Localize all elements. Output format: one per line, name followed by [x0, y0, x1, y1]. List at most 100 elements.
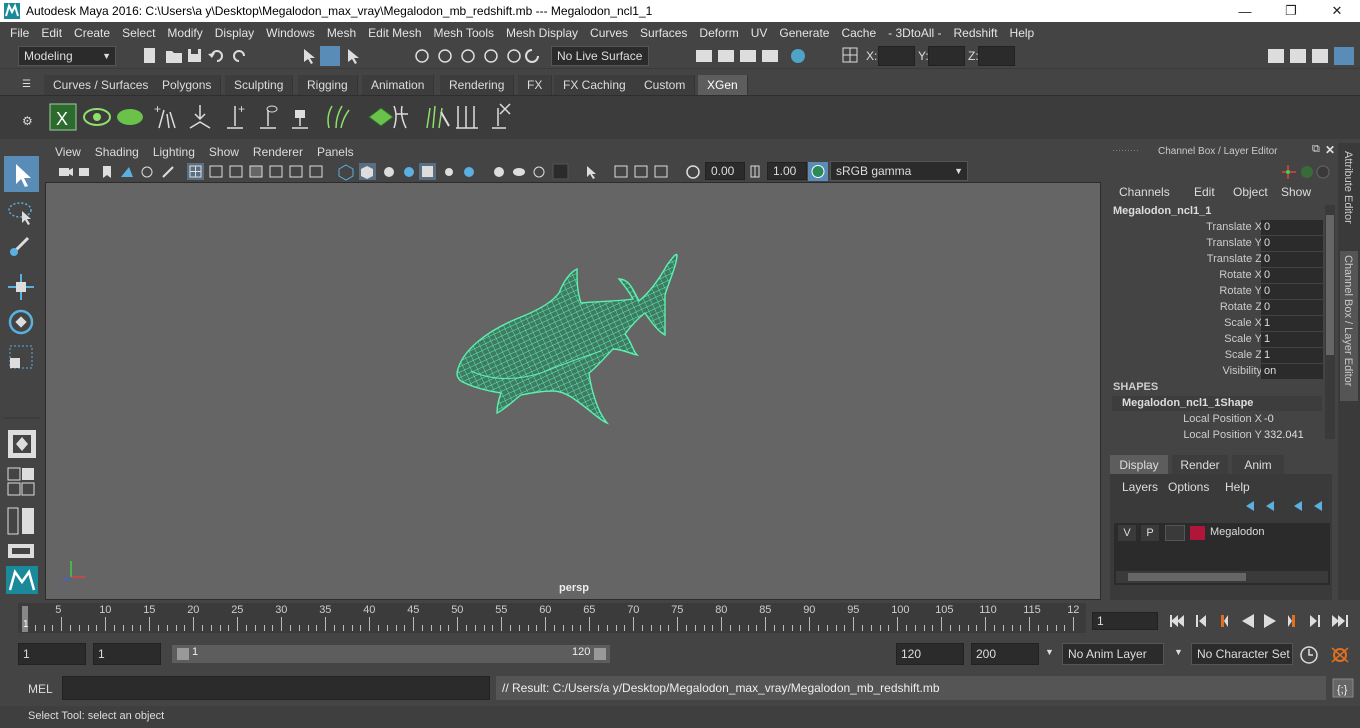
layer-editor-tab[interactable]: Display — [1110, 455, 1168, 475]
character-set-chevron-icon[interactable]: ▼ — [1174, 647, 1183, 657]
safe-action-icon[interactable] — [289, 165, 303, 178]
playback-start-field[interactable]: 1 — [93, 643, 161, 665]
menu-item[interactable]: Surfaces — [634, 26, 693, 40]
layer-visibility-toggle[interactable]: V — [1118, 525, 1136, 541]
attribute-value[interactable]: on — [1261, 364, 1323, 379]
attribute-row[interactable]: Visibility on — [1104, 364, 1324, 380]
manipulator-icon[interactable] — [1282, 165, 1296, 179]
menu-item[interactable]: Display — [209, 26, 260, 40]
attribute-label[interactable]: Scale Z — [1225, 349, 1262, 361]
channel-box-menu-item[interactable]: Edit — [1194, 185, 1215, 199]
layout-four-panes-icon[interactable] — [7, 467, 35, 496]
camera-attributes-icon[interactable] — [79, 168, 89, 176]
move-layer-down-icon[interactable] — [1266, 501, 1274, 511]
layer-menu-item[interactable]: Options — [1168, 480, 1209, 494]
textured-icon[interactable] — [404, 167, 414, 177]
attribute-row[interactable]: Translate X0 — [1104, 220, 1324, 236]
layout-side-panes-icon[interactable] — [7, 507, 34, 535]
lasso-tool-icon[interactable] — [8, 202, 32, 225]
maximize-button[interactable]: ❐ — [1268, 3, 1314, 19]
menu-item[interactable]: Modify — [161, 26, 208, 40]
channel-box-scrollbar[interactable] — [1325, 205, 1335, 439]
screen-space-ao-icon[interactable] — [464, 167, 474, 177]
command-input[interactable] — [62, 676, 490, 700]
xgen-wire-icon[interactable] — [393, 105, 408, 129]
anim-layer-chevron-icon[interactable]: ▼ — [1045, 647, 1054, 657]
render-frame-icon[interactable] — [718, 50, 734, 62]
snap-view-plane-icon[interactable] — [484, 49, 498, 63]
xgen-add-guide-icon[interactable]: + — [154, 102, 176, 129]
resolution-gate-icon[interactable] — [229, 165, 243, 178]
new-layer-selected-icon[interactable] — [1314, 501, 1322, 511]
new-layer-icon[interactable] — [1294, 501, 1302, 511]
move-layer-up-icon[interactable] — [1246, 501, 1254, 511]
menu-item[interactable]: Create — [68, 26, 116, 40]
step-back-key-icon[interactable] — [1196, 615, 1206, 627]
menu-item[interactable]: Generate — [773, 26, 835, 40]
outliner-layout-icon[interactable] — [8, 544, 34, 558]
layer-menu-item[interactable]: Help — [1225, 480, 1250, 494]
wireframe-icon[interactable] — [338, 164, 354, 181]
attribute-row[interactable]: Scale Z1 — [1104, 348, 1324, 364]
hyper-icon[interactable] — [1316, 165, 1330, 179]
shelf-tab[interactable]: Rigging — [298, 75, 358, 95]
attribute-label[interactable]: Local Position X — [1183, 413, 1262, 425]
shape-attribute-row[interactable]: Local Position X -0 — [1104, 412, 1324, 428]
color-space-dropdown[interactable]: sRGB gamma ▼ — [830, 161, 968, 181]
minimize-button[interactable]: — — [1222, 4, 1268, 19]
channel-box-menu-item[interactable]: Channels — [1119, 185, 1170, 199]
menu-item[interactable]: File — [4, 26, 35, 40]
menu-item[interactable]: Edit — [35, 26, 68, 40]
layer-name[interactable]: Megalodon — [1210, 526, 1264, 538]
attribute-label[interactable]: Scale Y — [1224, 333, 1262, 345]
anim-layer-dropdown[interactable]: No Anim Layer — [1062, 643, 1164, 665]
close-panel-icon[interactable]: ✕ — [1325, 143, 1335, 157]
xgen-leaf-icon[interactable] — [117, 109, 143, 125]
menu-item[interactable]: Select — [116, 26, 161, 40]
layer-display-type[interactable] — [1165, 525, 1185, 541]
multisample-aa-icon[interactable] — [513, 168, 525, 176]
menu-item[interactable]: Mesh Tools — [428, 26, 500, 40]
attribute-label[interactable]: Scale X — [1224, 317, 1262, 329]
speed-icon[interactable] — [1301, 166, 1313, 178]
attribute-value[interactable]: 0 — [1261, 252, 1323, 267]
xgen-place-guide-icon[interactable] — [189, 105, 211, 129]
gamma-icon[interactable] — [747, 162, 765, 181]
attribute-value[interactable]: 0 — [1261, 268, 1323, 283]
animation-end-field[interactable]: 200 — [971, 643, 1039, 665]
viewport-menu-item[interactable]: Show — [202, 145, 246, 159]
gamma-field[interactable]: 1.00 — [767, 162, 807, 180]
channel-box-menu-item[interactable]: Show — [1281, 185, 1311, 199]
layer-editor-tab[interactable]: Anim — [1232, 455, 1284, 475]
menu-item[interactable]: Deform — [693, 26, 744, 40]
shadows-icon[interactable] — [445, 168, 453, 176]
shelf-tab[interactable]: FX — [518, 75, 553, 95]
open-scene-icon[interactable] — [166, 51, 182, 63]
xray-joints-icon[interactable] — [614, 165, 628, 178]
attribute-value[interactable]: 1 — [1261, 332, 1323, 347]
film-gate-icon[interactable] — [209, 165, 223, 178]
animation-preferences-icon[interactable] — [1331, 647, 1349, 663]
go-to-end-icon[interactable] — [1332, 615, 1348, 627]
step-back-frame-icon[interactable] — [1221, 615, 1228, 627]
menu-item[interactable]: Curves — [584, 26, 634, 40]
attribute-row[interactable]: Scale Y1 — [1104, 332, 1324, 348]
layer-menu-item[interactable]: Layers — [1122, 480, 1158, 494]
render-view-icon[interactable] — [696, 50, 712, 62]
hypershade-icon[interactable] — [791, 49, 805, 63]
attribute-value[interactable]: 1 — [1261, 316, 1323, 331]
menu-item[interactable]: Mesh Display — [500, 26, 584, 40]
exposure-icon[interactable] — [686, 165, 700, 179]
rotate-tool-icon[interactable] — [8, 309, 34, 335]
attribute-row[interactable]: Translate Y0 — [1104, 236, 1324, 252]
depth-of-field-icon[interactable] — [533, 166, 545, 178]
xgen-delete-guide-icon[interactable] — [492, 103, 511, 129]
megalodon-wireframe-model[interactable] — [451, 251, 681, 431]
xgen-brush-icon[interactable] — [426, 105, 450, 129]
attribute-editor-toggle-icon[interactable] — [1290, 49, 1306, 63]
select-by-hierarchy-icon[interactable] — [304, 49, 315, 64]
menu-item[interactable]: Mesh — [321, 26, 362, 40]
render-settings-icon[interactable] — [762, 50, 778, 62]
xgen-editor-icon[interactable]: X — [49, 103, 77, 131]
time-slider[interactable]: 5 10 15 20 25 30 35 40 45 50 55 60 65 70 75 80 85 90 95 100… — [0, 603, 1360, 635]
